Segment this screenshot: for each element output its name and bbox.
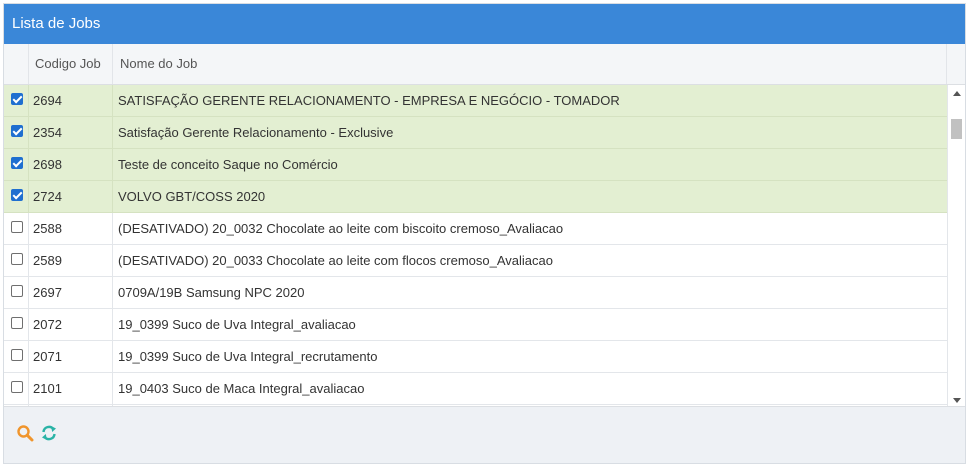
table-row[interactable]: 2589 (DESATIVADO) 20_0033 Chocolate ao le… <box>4 245 947 277</box>
panel-title: Lista de Jobs <box>4 4 965 44</box>
job-code-cell: 2071 <box>29 341 113 372</box>
job-name-cell: (DESATIVADO) 20_0032 Chocolate ao leite … <box>118 221 564 236</box>
job-name-cell: Satisfação Gerente Relacionamento - Excl… <box>118 125 394 140</box>
column-header-name[interactable]: Nome do Job <box>114 44 947 84</box>
header-check-column <box>4 44 29 84</box>
job-name-cell: 19_0403 Suco de Maca Integral_avaliacao <box>118 381 365 396</box>
scroll-down-arrow-icon[interactable] <box>953 398 961 403</box>
row-check-cell <box>4 277 29 308</box>
column-header-code[interactable]: Codigo Job <box>29 44 113 84</box>
job-name-cell: VOLVO GBT/COSS 2020 <box>118 189 266 204</box>
row-checkbox[interactable] <box>11 253 23 265</box>
grid-header: Codigo Job Nome do Job <box>4 44 965 85</box>
row-check-cell <box>4 213 29 244</box>
vertical-scrollbar[interactable] <box>947 85 965 409</box>
table-row[interactable]: 2694 SATISFAÇÃO GERENTE RELACIONAMENTO - … <box>4 85 947 117</box>
row-checkbox[interactable] <box>11 189 23 201</box>
job-name-cell: 0709A/19B Samsung NPC 2020 <box>118 285 305 300</box>
row-check-cell <box>4 309 29 340</box>
row-check-cell <box>4 117 29 148</box>
job-code-cell: 2698 <box>29 149 113 180</box>
grid-body: 2694 SATISFAÇÃO GERENTE RELACIONAMENTO - … <box>4 85 965 409</box>
refresh-icon[interactable] <box>40 424 58 442</box>
job-name-cell: 19_0399 Suco de Uva Integral_recrutament… <box>118 349 378 364</box>
job-name-cell: SATISFAÇÃO GERENTE RELACIONAMENTO - EMPR… <box>118 93 620 108</box>
table-row[interactable]: 2697 0709A/19B Samsung NPC 2020 <box>4 277 947 309</box>
jobs-list: 2694 SATISFAÇÃO GERENTE RELACIONAMENTO - … <box>4 85 947 409</box>
row-checkbox[interactable] <box>11 93 23 105</box>
row-check-cell <box>4 181 29 212</box>
jobs-panel: Lista de Jobs Codigo Job Nome do Job 269… <box>3 3 966 464</box>
table-row[interactable]: 2101 19_0403 Suco de Maca Integral_avalia… <box>4 373 947 405</box>
scroll-thumb[interactable] <box>951 119 962 139</box>
job-code-cell: 2694 <box>29 85 113 116</box>
job-name-cell: 19_0399 Suco de Uva Integral_avaliacao <box>118 317 356 332</box>
row-checkbox[interactable] <box>11 317 23 329</box>
row-check-cell <box>4 373 29 404</box>
row-check-cell <box>4 245 29 276</box>
row-check-cell <box>4 149 29 180</box>
job-name-cell: (DESATIVADO) 20_0033 Chocolate ao leite … <box>118 253 553 268</box>
row-checkbox[interactable] <box>11 285 23 297</box>
table-row[interactable]: 2071 19_0399 Suco de Uva Integral_recruta… <box>4 341 947 373</box>
row-check-cell <box>4 341 29 372</box>
row-check-cell <box>4 85 29 116</box>
job-code-cell: 2101 <box>29 373 113 404</box>
row-checkbox[interactable] <box>11 381 23 393</box>
table-row[interactable]: 2724 VOLVO GBT/COSS 2020 <box>4 181 947 213</box>
job-code-cell: 2589 <box>29 245 113 276</box>
job-code-cell: 2588 <box>29 213 113 244</box>
grid-footer-toolbar <box>4 406 965 463</box>
row-checkbox[interactable] <box>11 157 23 169</box>
table-row[interactable]: 2588 (DESATIVADO) 20_0032 Chocolate ao le… <box>4 213 947 245</box>
job-code-cell: 2697 <box>29 277 113 308</box>
scroll-up-arrow-icon[interactable] <box>953 91 961 96</box>
table-row[interactable]: 2698 Teste de conceito Saque no Comércio <box>4 149 947 181</box>
job-name-cell: Teste de conceito Saque no Comércio <box>118 157 338 172</box>
job-code-cell: 2072 <box>29 309 113 340</box>
row-checkbox[interactable] <box>11 125 23 137</box>
row-checkbox[interactable] <box>11 221 23 233</box>
table-row[interactable]: 2354 Satisfação Gerente Relacionamento - … <box>4 117 947 149</box>
header-scroll-spacer <box>946 44 965 84</box>
table-row[interactable]: 2072 19_0399 Suco de Uva Integral_avaliac… <box>4 309 947 341</box>
job-code-cell: 2354 <box>29 117 113 148</box>
row-checkbox[interactable] <box>11 349 23 361</box>
job-code-cell: 2724 <box>29 181 113 212</box>
search-icon[interactable] <box>16 424 34 442</box>
